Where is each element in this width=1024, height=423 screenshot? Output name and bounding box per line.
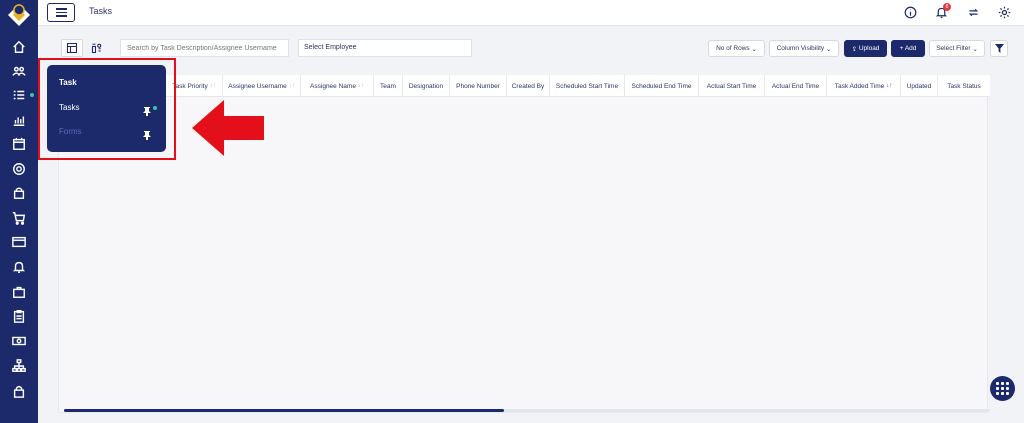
column-header-designation[interactable]: Designation [403, 75, 450, 97]
chevron-down-icon: ⌄ [749, 45, 757, 53]
card-icon[interactable] [9, 233, 29, 251]
active-indicator [30, 93, 34, 97]
cash-icon[interactable] [9, 332, 29, 350]
page-title: Tasks [89, 6, 113, 16]
column-header-task-added-time[interactable]: Task Added Time ↓↑ [827, 75, 901, 97]
team-icon[interactable] [9, 62, 29, 80]
add-button[interactable]: + Add [891, 40, 925, 57]
select-filter-label: Select Filter [936, 45, 971, 52]
scrollbar-thumb[interactable] [64, 409, 504, 412]
column-header-actual-end-time[interactable]: Actual End Time [765, 75, 827, 97]
column-header-updated[interactable]: Updated [901, 75, 938, 97]
table-view-button[interactable] [61, 39, 83, 57]
column-header-scheduled-end-time[interactable]: Scheduled End Time [625, 75, 699, 97]
upload-icon: ⇪ [851, 45, 859, 53]
home-icon[interactable] [9, 38, 29, 56]
board-view-button[interactable] [86, 39, 108, 57]
left-arrow-icon [192, 100, 264, 156]
lock-icon[interactable] [9, 382, 29, 400]
upload-button[interactable]: ⇪ Upload [844, 40, 887, 57]
bag-icon[interactable] [9, 184, 29, 202]
target-icon[interactable] [9, 160, 29, 178]
rows-count-label: No of Rows [716, 45, 750, 52]
sort-icon: ↓↑ [209, 83, 216, 89]
tasks-table-header: Task Priority ↓↑ Assignee Username ↓↑ Assi… [58, 75, 990, 97]
column-header-assignee-name[interactable]: Assignee Name ↓↑ [301, 75, 374, 97]
column-header-assignee-username[interactable]: Assignee Username ↓↑ [223, 75, 301, 97]
chevron-down-icon: ⌄ [824, 45, 832, 53]
apps-grid-button[interactable] [990, 376, 1015, 401]
column-label: Assignee Name [310, 82, 356, 90]
bell-icon[interactable] [9, 258, 29, 276]
column-visibility-button[interactable]: Column Visibility ⌄ [769, 40, 839, 57]
sort-icon: ↓↑ [357, 83, 364, 89]
select-filter-button[interactable]: Select Filter ⌄ [929, 40, 985, 57]
reports-icon[interactable] [9, 111, 29, 129]
sync-icon[interactable] [966, 5, 981, 20]
select-employee-dropdown[interactable]: Select Employee [298, 39, 472, 57]
column-label: Assignee Username [228, 82, 287, 90]
filter-button[interactable] [990, 40, 1008, 57]
cart-icon[interactable] [9, 209, 29, 227]
sort-icon: ↓↑ [288, 83, 295, 89]
tasks-icon[interactable] [9, 86, 29, 104]
column-header-actual-start-time[interactable]: Actual Start Time [699, 75, 765, 97]
info-icon[interactable] [903, 5, 918, 20]
sort-icon: ↓↑ [886, 83, 893, 89]
hierarchy-icon[interactable] [9, 357, 29, 375]
settings-gear-icon[interactable] [997, 5, 1012, 20]
upload-label: Upload [858, 45, 880, 52]
column-visibility-label: Column Visibility [776, 45, 825, 52]
column-label: Task Added Time [834, 82, 885, 90]
app-logo[interactable] [6, 2, 32, 28]
chevron-down-icon: ⌄ [970, 45, 978, 53]
calendar-icon[interactable] [9, 135, 29, 153]
filter-icon [994, 44, 1004, 53]
clipboard-icon[interactable] [9, 307, 29, 325]
notification-badge: 8 [943, 3, 951, 11]
top-bar: Tasks [38, 0, 1024, 26]
sidebar [0, 0, 38, 423]
column-header-created-by[interactable]: Created By [507, 75, 550, 97]
column-header-task-status[interactable]: Task Status [938, 75, 990, 97]
briefcase-icon[interactable] [9, 283, 29, 301]
column-label: Task Priority [172, 82, 208, 90]
hamburger-menu-button[interactable] [47, 3, 75, 22]
highlight-box [38, 58, 176, 160]
column-header-team[interactable]: Team [374, 75, 403, 97]
task-search-input[interactable] [120, 39, 289, 57]
column-header-scheduled-start-time[interactable]: Scheduled Start Time [550, 75, 625, 97]
column-header-phone-number[interactable]: Phone Number [450, 75, 507, 97]
rows-count-button[interactable]: No of Rows ⌄ [708, 40, 765, 57]
